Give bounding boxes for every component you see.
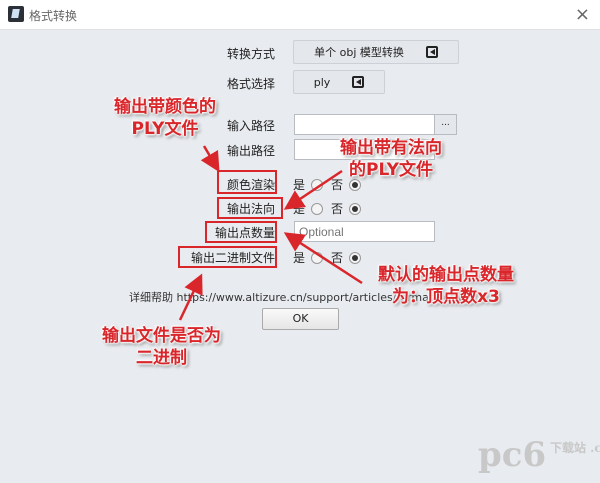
arrow-color bbox=[200, 145, 220, 173]
conversion-mode-label: 转换方式 bbox=[226, 47, 275, 61]
highlight-box-output-normals bbox=[217, 197, 283, 219]
annotation-line: 默认的输出点数量 bbox=[378, 265, 514, 285]
output-normals-yes-radio[interactable] bbox=[311, 202, 324, 215]
ok-button[interactable]: OK bbox=[262, 308, 339, 330]
conversion-mode-select[interactable]: 单个 obj 模型转换 bbox=[293, 40, 459, 64]
no-label: 否 bbox=[331, 251, 344, 265]
point-count-input[interactable] bbox=[294, 221, 435, 242]
yes-label: 是 bbox=[293, 202, 306, 216]
watermark-logo: pc6 下载站 .com bbox=[478, 435, 600, 475]
annotation-line: 二进制 bbox=[136, 348, 187, 368]
close-icon[interactable]: × bbox=[575, 4, 590, 25]
annotation-normals: 输出带有法向 的PLY文件 bbox=[340, 137, 442, 181]
browse-button[interactable]: ... bbox=[434, 114, 457, 135]
caret-left-icon bbox=[425, 46, 438, 58]
annotation-binary: 输出文件是否为 二进制 bbox=[102, 325, 221, 369]
input-path-field[interactable] bbox=[294, 114, 435, 135]
output-normals-no-radio[interactable] bbox=[349, 202, 362, 215]
no-label: 否 bbox=[331, 202, 344, 216]
format-label: 格式选择 bbox=[226, 77, 275, 91]
annotation-line: PLY文件 bbox=[131, 119, 199, 139]
window-title: 格式转换 bbox=[29, 9, 78, 23]
yes-label: 是 bbox=[293, 251, 306, 265]
color-render-yes-radio[interactable] bbox=[311, 178, 324, 191]
format-select[interactable]: ply bbox=[293, 70, 385, 94]
binary-no-radio[interactable] bbox=[349, 251, 362, 264]
title-bar: 格式转换 × bbox=[0, 0, 600, 30]
watermark-brand: pc6 bbox=[478, 435, 547, 475]
watermark-sub: 下载站 .com bbox=[550, 441, 600, 455]
binary-radio-group: 是 否 bbox=[293, 249, 369, 266]
annotation-line: 为：顶点数x3 bbox=[392, 287, 500, 307]
input-path-label: 输入路径 bbox=[226, 119, 275, 133]
caret-left-icon bbox=[352, 76, 365, 88]
annotation-line: 的PLY文件 bbox=[349, 160, 433, 180]
help-label: 详细帮助 bbox=[129, 291, 173, 304]
annotation-color: 输出带颜色的 PLY文件 bbox=[114, 96, 216, 140]
format-value: ply bbox=[313, 75, 331, 89]
highlight-box-binary bbox=[178, 246, 277, 268]
highlight-box-point-count bbox=[205, 221, 277, 243]
output-path-label: 输出路径 bbox=[226, 144, 275, 158]
binary-yes-radio[interactable] bbox=[311, 251, 324, 264]
annotation-line: 输出带颜色的 bbox=[114, 97, 216, 117]
output-normals-radio-group: 是 否 bbox=[293, 200, 369, 217]
app-icon bbox=[8, 6, 24, 22]
conversion-mode-value: 单个 obj 模型转换 bbox=[314, 46, 404, 59]
yes-label: 是 bbox=[293, 178, 306, 192]
annotation-line: 输出带有法向 bbox=[340, 138, 442, 158]
annotation-line: 输出文件是否为 bbox=[102, 326, 221, 346]
annotation-points: 默认的输出点数量 为：顶点数x3 bbox=[378, 264, 514, 308]
highlight-box-color-render bbox=[217, 170, 277, 194]
